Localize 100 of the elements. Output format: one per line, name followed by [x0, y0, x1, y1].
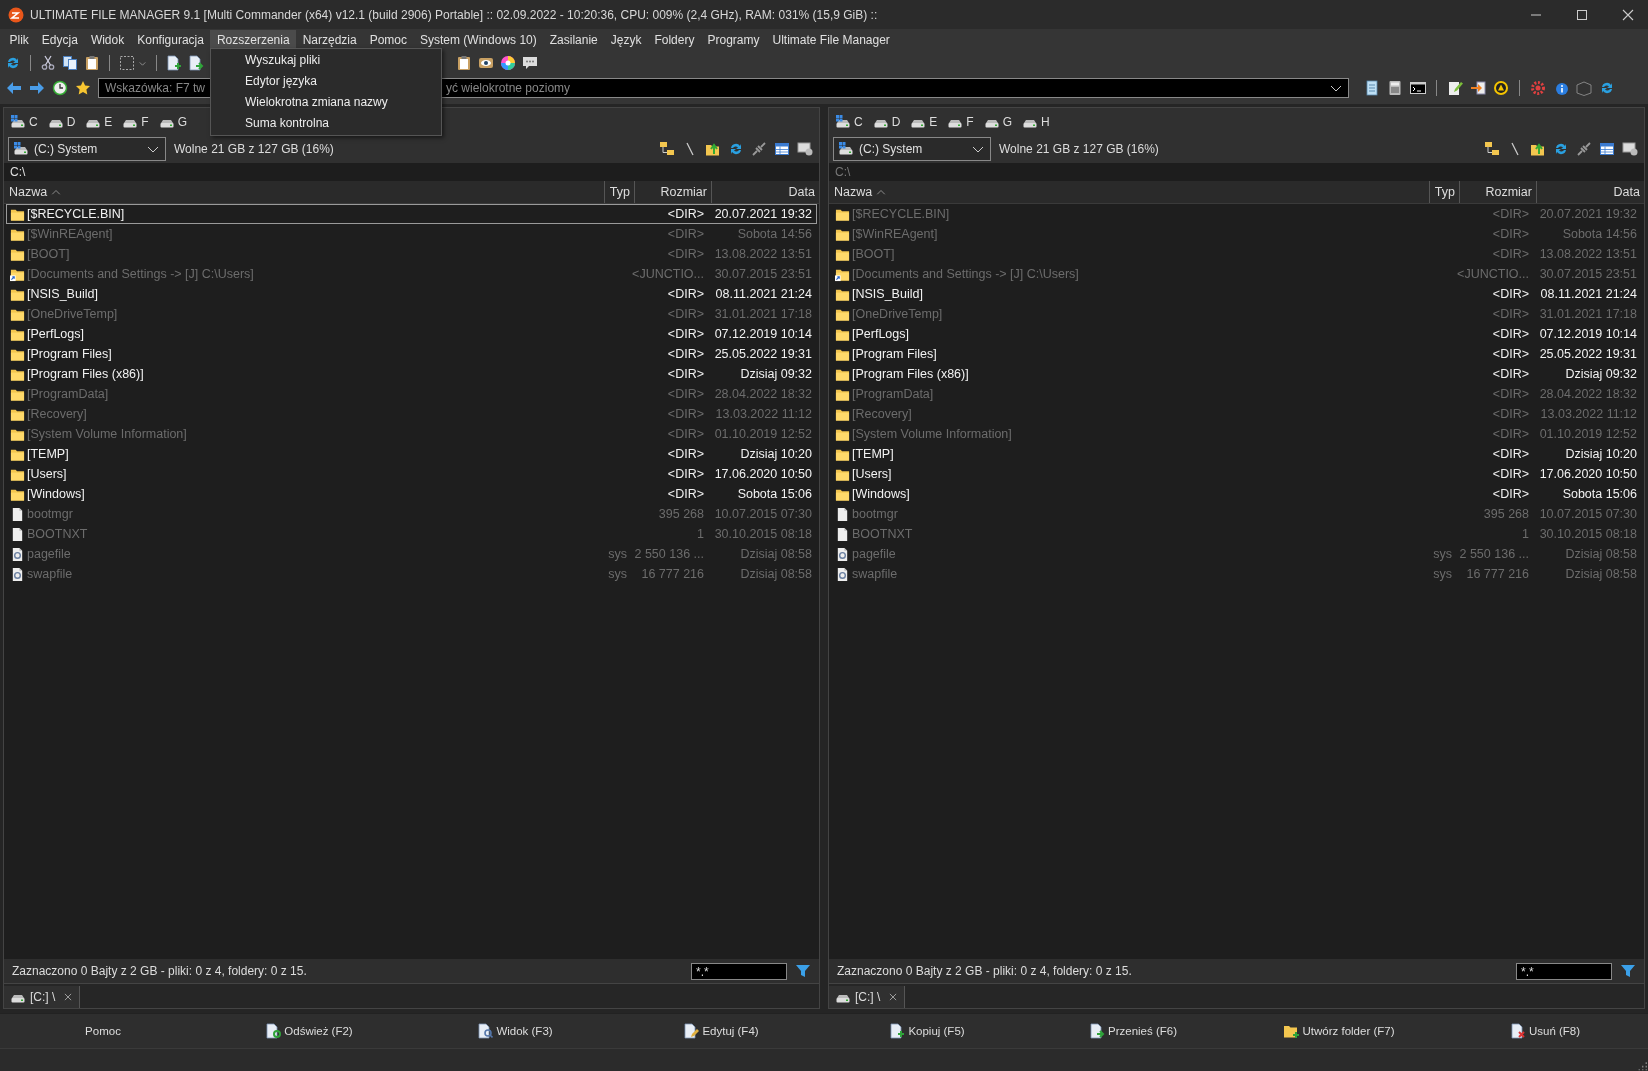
scissors-icon[interactable]: [40, 55, 56, 71]
paste-icon[interactable]: [84, 55, 100, 71]
forward-icon[interactable]: [29, 80, 45, 96]
file-row[interactable]: [Program Files] <DIR> 25.05.2022 19:31: [831, 344, 1642, 364]
file-row[interactable]: [TEMP] <DIR> Dzisiaj 10:20: [831, 444, 1642, 464]
file-row[interactable]: [$RECYCLE.BIN] <DIR> 20.07.2021 19:32: [6, 204, 817, 224]
settings-icon[interactable]: [1530, 80, 1546, 96]
refresh-icon[interactable]: [5, 55, 21, 71]
file-row[interactable]: [NSIS_Build] <DIR> 08.11.2021 21:24: [6, 284, 817, 304]
drive-windows-icon[interactable]: [13, 141, 29, 157]
warning-icon[interactable]: [1493, 80, 1509, 96]
move-file-icon[interactable]: [188, 55, 204, 71]
calculator-icon[interactable]: [1387, 80, 1403, 96]
folder-tree-icon[interactable]: [659, 141, 675, 157]
refresh-icon[interactable]: [1553, 141, 1569, 157]
info-icon[interactable]: [1553, 80, 1569, 96]
file-row[interactable]: [Program Files (x86)] <DIR> Dzisiaj 09:32: [6, 364, 817, 384]
path-field[interactable]: C:\: [4, 163, 819, 181]
drive-button[interactable]: C: [835, 113, 863, 130]
drive-select[interactable]: (C:) System: [8, 137, 166, 161]
refresh-icon[interactable]: [728, 141, 744, 157]
notepad-icon[interactable]: [1364, 80, 1380, 96]
table-icon[interactable]: [1599, 141, 1615, 157]
function-key-button[interactable]: Kopiuj (F5): [824, 1014, 1030, 1048]
refresh-file-icon[interactable]: [265, 1023, 282, 1039]
menu-item[interactable]: Widok: [84, 30, 131, 50]
color-wheel-icon[interactable]: [500, 55, 516, 71]
menu-option[interactable]: Suma kontrolna: [211, 113, 441, 134]
star-icon[interactable]: [75, 80, 91, 96]
filter-icon[interactable]: [1620, 963, 1636, 979]
function-key-button[interactable]: Pomoc: [0, 1014, 206, 1048]
panel-tab[interactable]: [C:] \: [829, 986, 906, 1008]
menu-item[interactable]: Narzędzia: [296, 30, 364, 50]
close-icon[interactable]: [888, 992, 899, 1002]
menu-option[interactable]: Wyszukaj pliki: [211, 50, 441, 71]
filter-icon[interactable]: [795, 963, 811, 979]
close-icon[interactable]: [63, 992, 74, 1002]
column-header[interactable]: Typ: [604, 181, 634, 203]
filter-field[interactable]: *.*: [1516, 962, 1612, 980]
folder-up-icon[interactable]: [1530, 141, 1546, 157]
drive-button[interactable]: D: [872, 113, 901, 130]
plug-icon[interactable]: [751, 141, 767, 157]
column-header[interactable]: Data: [1536, 181, 1644, 203]
function-key-button[interactable]: Widok (F3): [412, 1014, 618, 1048]
drive-button[interactable]: F: [122, 113, 149, 130]
path-field[interactable]: C:\: [829, 163, 1644, 181]
console-icon[interactable]: [1410, 80, 1426, 96]
drive-windows-icon[interactable]: [838, 141, 854, 157]
back-icon[interactable]: [6, 80, 22, 96]
function-key-button[interactable]: Przenieś (F6): [1030, 1014, 1236, 1048]
file-row[interactable]: [Program Files] <DIR> 25.05.2022 19:31: [6, 344, 817, 364]
copy-icon[interactable]: [62, 55, 78, 71]
column-header[interactable]: Nazwa: [829, 181, 1429, 203]
menu-item[interactable]: Język: [604, 30, 648, 50]
new-folder-icon[interactable]: [1283, 1023, 1300, 1039]
function-key-button[interactable]: Usuń (F8): [1442, 1014, 1648, 1048]
menu-item[interactable]: Zasilanie: [543, 30, 605, 50]
clipboard-icon[interactable]: [456, 55, 472, 71]
column-header[interactable]: Rozmiar: [1459, 181, 1536, 203]
file-row[interactable]: [PerfLogs] <DIR> 07.12.2019 10:14: [6, 324, 817, 344]
selection-icon[interactable]: [119, 55, 135, 71]
menu-item[interactable]: Plik: [3, 30, 36, 50]
column-header[interactable]: Data: [711, 181, 819, 203]
move-file-icon[interactable]: [1089, 1023, 1105, 1039]
transfer-icon[interactable]: [1470, 80, 1486, 96]
drive-button[interactable]: D: [47, 113, 76, 130]
drive-button[interactable]: G: [983, 113, 1013, 130]
menu-item[interactable]: Ultimate File Manager: [766, 30, 897, 50]
column-header[interactable]: Rozmiar: [634, 181, 711, 203]
drive-windows-icon[interactable]: [10, 113, 26, 130]
file-row[interactable]: [TEMP] <DIR> Dzisiaj 10:20: [6, 444, 817, 464]
menu-item[interactable]: Edycja: [35, 30, 85, 50]
menu-item[interactable]: System (Windows 10): [413, 30, 544, 50]
edit-icon[interactable]: [1447, 80, 1463, 96]
folder-tree-icon[interactable]: [1484, 141, 1500, 157]
menu-item[interactable]: Programy: [700, 30, 766, 50]
drive-button[interactable]: H: [1022, 113, 1050, 130]
panel-tab[interactable]: [C:] \: [4, 986, 81, 1008]
delete-file-icon[interactable]: [1509, 1023, 1526, 1039]
copy-file-icon[interactable]: [889, 1023, 906, 1039]
plug-icon[interactable]: [1576, 141, 1592, 157]
file-row[interactable]: [Program Files (x86)] <DIR> Dzisiaj 09:32: [831, 364, 1642, 384]
eye-icon[interactable]: [478, 55, 494, 71]
view-file-icon[interactable]: [477, 1023, 494, 1039]
menu-item[interactable]: Konfiguracja: [130, 30, 211, 50]
file-row[interactable]: [Users] <DIR> 17.06.2020 10:50: [831, 464, 1642, 484]
function-key-button[interactable]: Utwórz folder (F7): [1236, 1014, 1442, 1048]
file-row[interactable]: [Windows] <DIR> Sobota 15:06: [6, 484, 817, 504]
function-key-button[interactable]: Odśwież (F2): [206, 1014, 412, 1048]
drive-button[interactable]: C: [10, 113, 38, 130]
menu-item[interactable]: Foldery: [647, 30, 701, 50]
menu-item[interactable]: Rozszerzenia: [210, 30, 297, 50]
clock-icon[interactable]: [52, 80, 68, 96]
column-header[interactable]: Nazwa: [4, 181, 604, 203]
drive-button[interactable]: G: [158, 113, 188, 130]
refresh-icon[interactable]: [1599, 80, 1615, 96]
drive-windows-icon[interactable]: [835, 113, 851, 130]
menu-item[interactable]: Pomoc: [363, 30, 414, 50]
table-icon[interactable]: [774, 141, 790, 157]
file-row[interactable]: [Windows] <DIR> Sobota 15:06: [831, 484, 1642, 504]
